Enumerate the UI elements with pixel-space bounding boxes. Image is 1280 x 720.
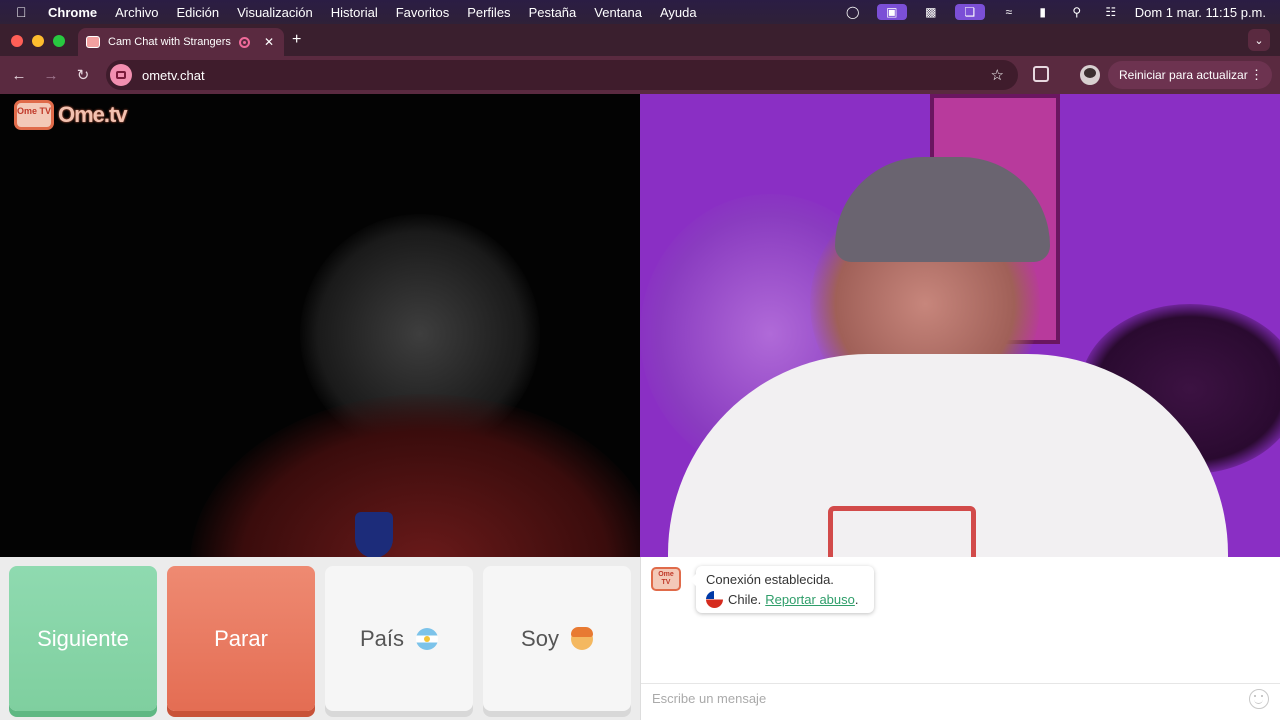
argentina-flag-icon bbox=[416, 627, 439, 650]
chile-flag-icon bbox=[706, 591, 723, 608]
ometv-logo[interactable]: Ome TV Ome.tv bbox=[14, 100, 128, 130]
close-window-button[interactable] bbox=[11, 35, 23, 47]
menu-historial[interactable]: Historial bbox=[331, 5, 378, 20]
apple-icon[interactable]:  bbox=[16, 4, 34, 20]
next-label: Siguiente bbox=[37, 625, 129, 651]
logo-wordmark: Ome.tv bbox=[58, 102, 128, 127]
gender-button[interactable]: Soy bbox=[483, 566, 631, 711]
spotlight-search-icon[interactable]: ⚲ bbox=[1067, 4, 1087, 20]
message-bar bbox=[641, 683, 1280, 713]
menu-chrome[interactable]: Chrome bbox=[48, 5, 97, 20]
message-input[interactable] bbox=[641, 691, 1249, 706]
menu-edicion[interactable]: Edición bbox=[176, 5, 219, 20]
tab-title: Cam Chat with Strangers bbox=[108, 36, 231, 48]
boy-face-icon bbox=[570, 626, 593, 650]
zoom-window-button[interactable] bbox=[53, 35, 65, 47]
ometv-favicon bbox=[86, 36, 100, 48]
display-icon[interactable]: ▩ bbox=[921, 4, 941, 20]
window-icon[interactable]: ❏ bbox=[954, 4, 985, 20]
bookmark-star-icon[interactable]: ☆ bbox=[991, 66, 1004, 84]
country-label: País bbox=[359, 625, 405, 651]
tshirt-logo-shape bbox=[828, 506, 976, 557]
close-tab-icon[interactable]: ✕ bbox=[264, 35, 274, 49]
gender-label: Soy bbox=[521, 625, 559, 651]
tab-search-button[interactable]: ⌄ bbox=[1248, 29, 1270, 51]
menu-visualizacion[interactable]: Visualización bbox=[237, 5, 313, 20]
stranger-country: Chile. bbox=[728, 592, 762, 607]
battery-icon[interactable]: ▮ bbox=[1033, 4, 1053, 20]
address-bar[interactable]: ometv.chat ☆ bbox=[106, 60, 1018, 90]
self-video bbox=[640, 94, 1280, 557]
menu-ventana[interactable]: Ventana bbox=[594, 5, 642, 20]
url-text[interactable]: ometv.chat bbox=[142, 68, 205, 83]
menu-ayuda[interactable]: Ayuda bbox=[660, 5, 697, 20]
menu-pestana[interactable]: Pestaña bbox=[529, 5, 577, 20]
update-label: Reiniciar para actualizar bbox=[1119, 68, 1248, 82]
screen-record-icon[interactable]: ▣ bbox=[876, 4, 907, 20]
stop-label: Parar bbox=[214, 625, 268, 651]
restart-to-update-button[interactable]: Reiniciar para actualizar ⋮ bbox=[1108, 61, 1272, 89]
browser-toolbar: ← → ↻ ometv.chat ☆ Reiniciar para actual… bbox=[0, 56, 1280, 94]
wifi-icon[interactable]: ≈ bbox=[999, 4, 1019, 20]
stranger-video: Ome TV Ome.tv bbox=[0, 94, 640, 557]
report-suffix: . bbox=[854, 592, 859, 607]
more-menu-icon[interactable]: ⋮ bbox=[1250, 67, 1263, 83]
tab-strip: Cam Chat with Strangers ✕ + ⌄ bbox=[0, 24, 1280, 56]
country-button[interactable]: País bbox=[325, 566, 473, 711]
stop-button[interactable]: Parar bbox=[167, 566, 315, 711]
stranger-shirt-shape bbox=[190, 394, 640, 557]
back-arrow-icon[interactable]: ← bbox=[3, 67, 35, 84]
menu-perfiles[interactable]: Perfiles bbox=[467, 5, 510, 20]
profile-avatar[interactable] bbox=[1080, 65, 1100, 85]
tab-ometv[interactable]: Cam Chat with Strangers ✕ bbox=[78, 28, 284, 56]
control-panel: Siguiente Parar País Soy bbox=[0, 557, 640, 720]
screen-share-icon[interactable]: ◯ bbox=[843, 4, 863, 20]
extensions-icon[interactable] bbox=[1033, 66, 1049, 82]
site-info-icon[interactable] bbox=[110, 64, 132, 86]
forward-arrow-icon[interactable]: → bbox=[35, 67, 67, 84]
new-tab-button[interactable]: + bbox=[292, 31, 301, 49]
chat-ometv-logo-icon: Ome TV bbox=[651, 567, 681, 591]
control-center-icon[interactable]: ☷ bbox=[1101, 4, 1121, 20]
clock[interactable]: Dom 1 mar. 11:15 p.m. bbox=[1135, 5, 1266, 20]
connection-status: Conexión establecida. bbox=[706, 572, 834, 587]
menu-favoritos[interactable]: Favoritos bbox=[396, 5, 449, 20]
team-crest-icon bbox=[355, 512, 393, 557]
chat-panel: Ome TV Conexión establecida. Chile. Repo… bbox=[640, 557, 1280, 720]
menu-archivo[interactable]: Archivo bbox=[115, 5, 158, 20]
logo-tv-icon: Ome TV bbox=[14, 100, 54, 130]
macos-menubar:  Chrome Archivo Edición Visualización H… bbox=[0, 0, 1280, 24]
system-message: Conexión establecida. Chile. Reportar ab… bbox=[690, 566, 874, 613]
minimize-window-button[interactable] bbox=[32, 35, 44, 47]
recording-indicator-icon bbox=[238, 36, 250, 48]
emoji-smile-icon[interactable] bbox=[1249, 688, 1269, 709]
reload-icon[interactable]: ↻ bbox=[67, 66, 99, 84]
report-abuse-link[interactable]: Reportar abuso bbox=[765, 592, 855, 607]
next-button[interactable]: Siguiente bbox=[9, 566, 157, 711]
